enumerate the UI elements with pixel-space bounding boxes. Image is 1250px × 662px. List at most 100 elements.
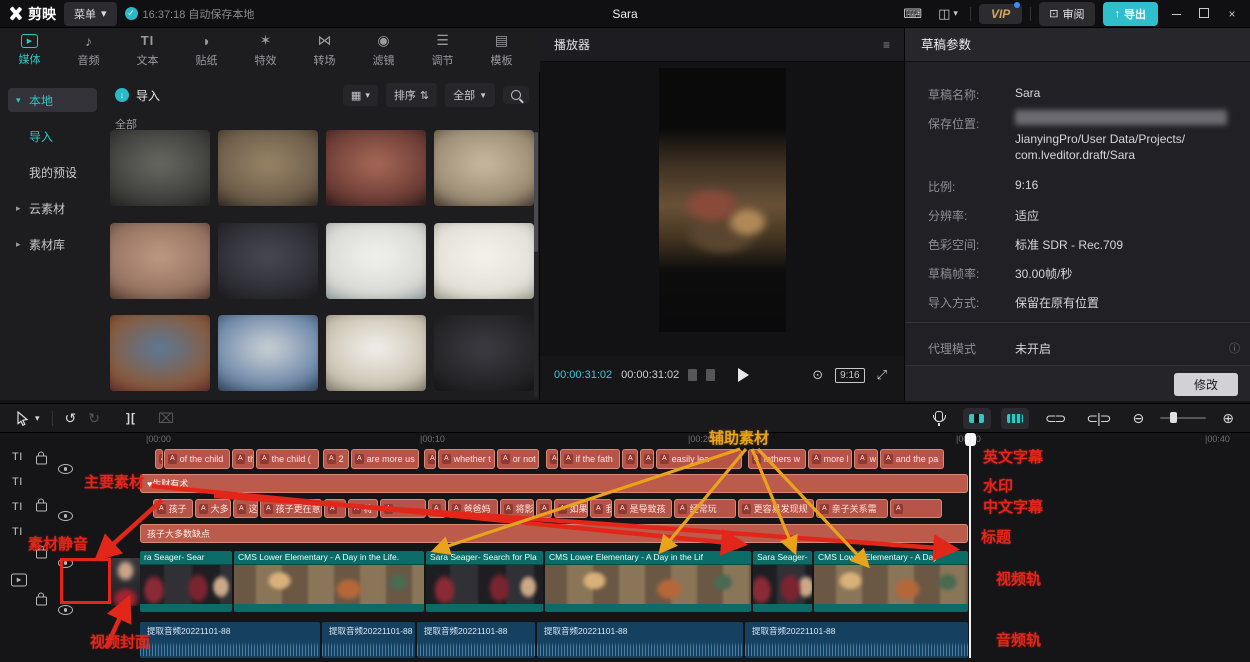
sidebar-item-cloud[interactable]: ▸云素材 (8, 196, 97, 220)
record-voiceover-button[interactable] (925, 411, 953, 426)
media-thumbnail[interactable] (434, 223, 534, 299)
english-subtitle-clip[interactable]: Amore l (808, 449, 852, 469)
english-subtitle-clip[interactable]: A2 (323, 449, 349, 469)
sidebar-item-library[interactable]: ▸素材库 (8, 232, 97, 256)
watermark-clip[interactable]: ♥生财有术 (140, 474, 968, 493)
chinese-subtitle-clip[interactable]: A (324, 499, 346, 518)
minimize-button[interactable] (1166, 7, 1186, 21)
redo-button[interactable]: ↻ (82, 410, 106, 427)
chinese-subtitle-clip[interactable]: A是导致孩 (614, 499, 672, 518)
media-thumbnail[interactable] (326, 130, 426, 206)
video-clip[interactable]: CMS Lower Elementary - A Day (814, 551, 968, 612)
video-clip[interactable]: CMS Lower Elementary - A Day in the Life… (234, 551, 424, 612)
video-clip[interactable]: Sara Seager- Search for Pla (426, 551, 543, 612)
media-thumbnail[interactable] (218, 315, 318, 391)
english-subtitle-clip[interactable]: Aif the fath (560, 449, 620, 469)
play-button[interactable] (738, 368, 749, 382)
chinese-subtitle-clip[interactable]: A将影 (500, 499, 534, 518)
timeline-zoom-slider[interactable] (1160, 417, 1206, 419)
auto-snap-button[interactable] (1001, 408, 1029, 429)
search-button[interactable] (503, 86, 529, 104)
english-subtitle-clip[interactable]: Afathers w (748, 449, 806, 469)
english-subtitle-clip[interactable]: A (155, 449, 163, 469)
english-subtitle-clip[interactable]: Ath (232, 449, 254, 469)
english-subtitle-clip[interactable]: Aare more us (351, 449, 419, 469)
tab-effect[interactable]: ✶特效 (236, 32, 295, 68)
frame-list-icon[interactable] (706, 369, 715, 381)
zoom-in-button[interactable]: ⊕ (1216, 410, 1240, 427)
chinese-subtitle-clip[interactable]: A孩子 (153, 499, 193, 518)
media-thumbnail[interactable] (434, 130, 534, 206)
chinese-subtitle-clip[interactable]: A (380, 499, 426, 518)
tab-transition[interactable]: ⋈转场 (295, 32, 354, 68)
media-thumbnail[interactable] (218, 130, 318, 206)
media-thumbnail[interactable] (326, 315, 426, 391)
tool-dropdown-button[interactable]: ▾ (35, 413, 46, 424)
english-subtitle-clip[interactable]: Aw (854, 449, 878, 469)
lock-icon[interactable] (36, 456, 47, 465)
english-subtitle-clip[interactable]: Ath (622, 449, 638, 469)
media-scrollbar[interactable] (534, 132, 538, 397)
visibility-icon[interactable] (58, 464, 73, 474)
visibility-icon[interactable] (58, 511, 73, 521)
restore-button[interactable] (1194, 7, 1214, 21)
review-button[interactable]: ⊡ 审阅 (1039, 2, 1094, 26)
chinese-subtitle-clip[interactable]: A (536, 499, 552, 518)
split-button[interactable]: ][ (120, 411, 142, 425)
english-subtitle-clip[interactable]: Aeasily lea (656, 449, 742, 469)
video-clip[interactable]: Sara Seager- (753, 551, 812, 612)
sidebar-item-local[interactable]: ▾本地 (8, 88, 97, 112)
view-mode-button[interactable]: ▦ ▾ (343, 85, 378, 106)
media-thumbnail[interactable] (110, 223, 210, 299)
tab-media[interactable]: ▶媒体 (0, 34, 59, 67)
chinese-subtitle-clip[interactable]: A如果 (554, 499, 588, 518)
select-tool-button[interactable] (10, 411, 35, 426)
title-clip[interactable]: 孩子大多数缺点 (140, 524, 968, 543)
aspect-ratio-button[interactable]: 9:16 (835, 368, 864, 383)
english-subtitle-clip[interactable]: Awhether t (438, 449, 495, 469)
unlink-button[interactable]: ⊂|⊃ (1080, 410, 1116, 427)
chinese-subtitle-clip[interactable]: A大多 (195, 499, 231, 518)
delete-button[interactable]: ⌧ (152, 410, 180, 427)
tab-template[interactable]: ▤模板 (472, 32, 531, 68)
frame-list-icon[interactable] (688, 369, 697, 381)
menu-button[interactable]: 菜单 ▾ (64, 2, 117, 26)
audio-clip[interactable]: 提取音频20221101-88 (537, 622, 743, 658)
chinese-subtitle-clip[interactable]: A (428, 499, 446, 518)
english-subtitle-clip[interactable]: Aof the child (164, 449, 230, 469)
chinese-subtitle-clip[interactable]: A亲子关系需 (816, 499, 888, 518)
chinese-subtitle-clip[interactable]: A经常玩 (674, 499, 736, 518)
filter-button[interactable]: 全部 ▼ (445, 83, 495, 107)
sort-button[interactable]: 排序 ⇅ (386, 83, 437, 107)
media-thumbnail[interactable] (434, 315, 534, 391)
modify-button[interactable]: 修改 (1174, 373, 1238, 396)
audio-clip[interactable]: 提取音频20221101-88 (745, 622, 968, 658)
media-thumbnail[interactable] (110, 315, 210, 391)
english-subtitle-clip[interactable]: A (640, 449, 654, 469)
chinese-subtitle-clip[interactable]: A (890, 499, 942, 518)
import-button[interactable]: ↓ 导入 (115, 87, 160, 104)
video-preview[interactable] (659, 68, 786, 332)
layout-switch-button[interactable]: ◫ ▾ (934, 4, 962, 24)
slider-handle[interactable] (1170, 412, 1177, 423)
player-menu-icon[interactable]: ≡ (883, 38, 890, 52)
lock-icon[interactable] (36, 597, 47, 606)
audio-clip[interactable]: 提取音频20221101-88 (140, 622, 320, 658)
main-track-magnet-button[interactable] (963, 408, 991, 429)
link-button[interactable]: ⊂⊃ (1039, 410, 1070, 427)
chinese-subtitle-clip[interactable]: A这 (233, 499, 258, 518)
media-thumbnail[interactable] (326, 223, 426, 299)
video-clip[interactable]: ra Seager- Sear (140, 551, 232, 612)
chinese-subtitle-clip[interactable]: A我 (590, 499, 612, 518)
chinese-subtitle-clip[interactable]: A更容易发现规 (738, 499, 814, 518)
tab-wenben[interactable]: TI文本 (118, 32, 177, 68)
chinese-subtitle-clip[interactable]: A将 (348, 499, 378, 518)
sidebar-item-presets[interactable]: 我的预设 (8, 160, 97, 184)
vip-button[interactable]: VIP (979, 4, 1022, 24)
tab-adjust[interactable]: ☰调节 (413, 32, 472, 68)
media-thumbnail[interactable] (110, 130, 210, 206)
info-icon[interactable]: ⓘ (1229, 340, 1240, 356)
video-cover-thumbnail[interactable] (111, 558, 140, 606)
tab-filter[interactable]: ◉滤镜 (354, 32, 413, 68)
export-button[interactable]: ↑ 导出 (1103, 2, 1159, 26)
